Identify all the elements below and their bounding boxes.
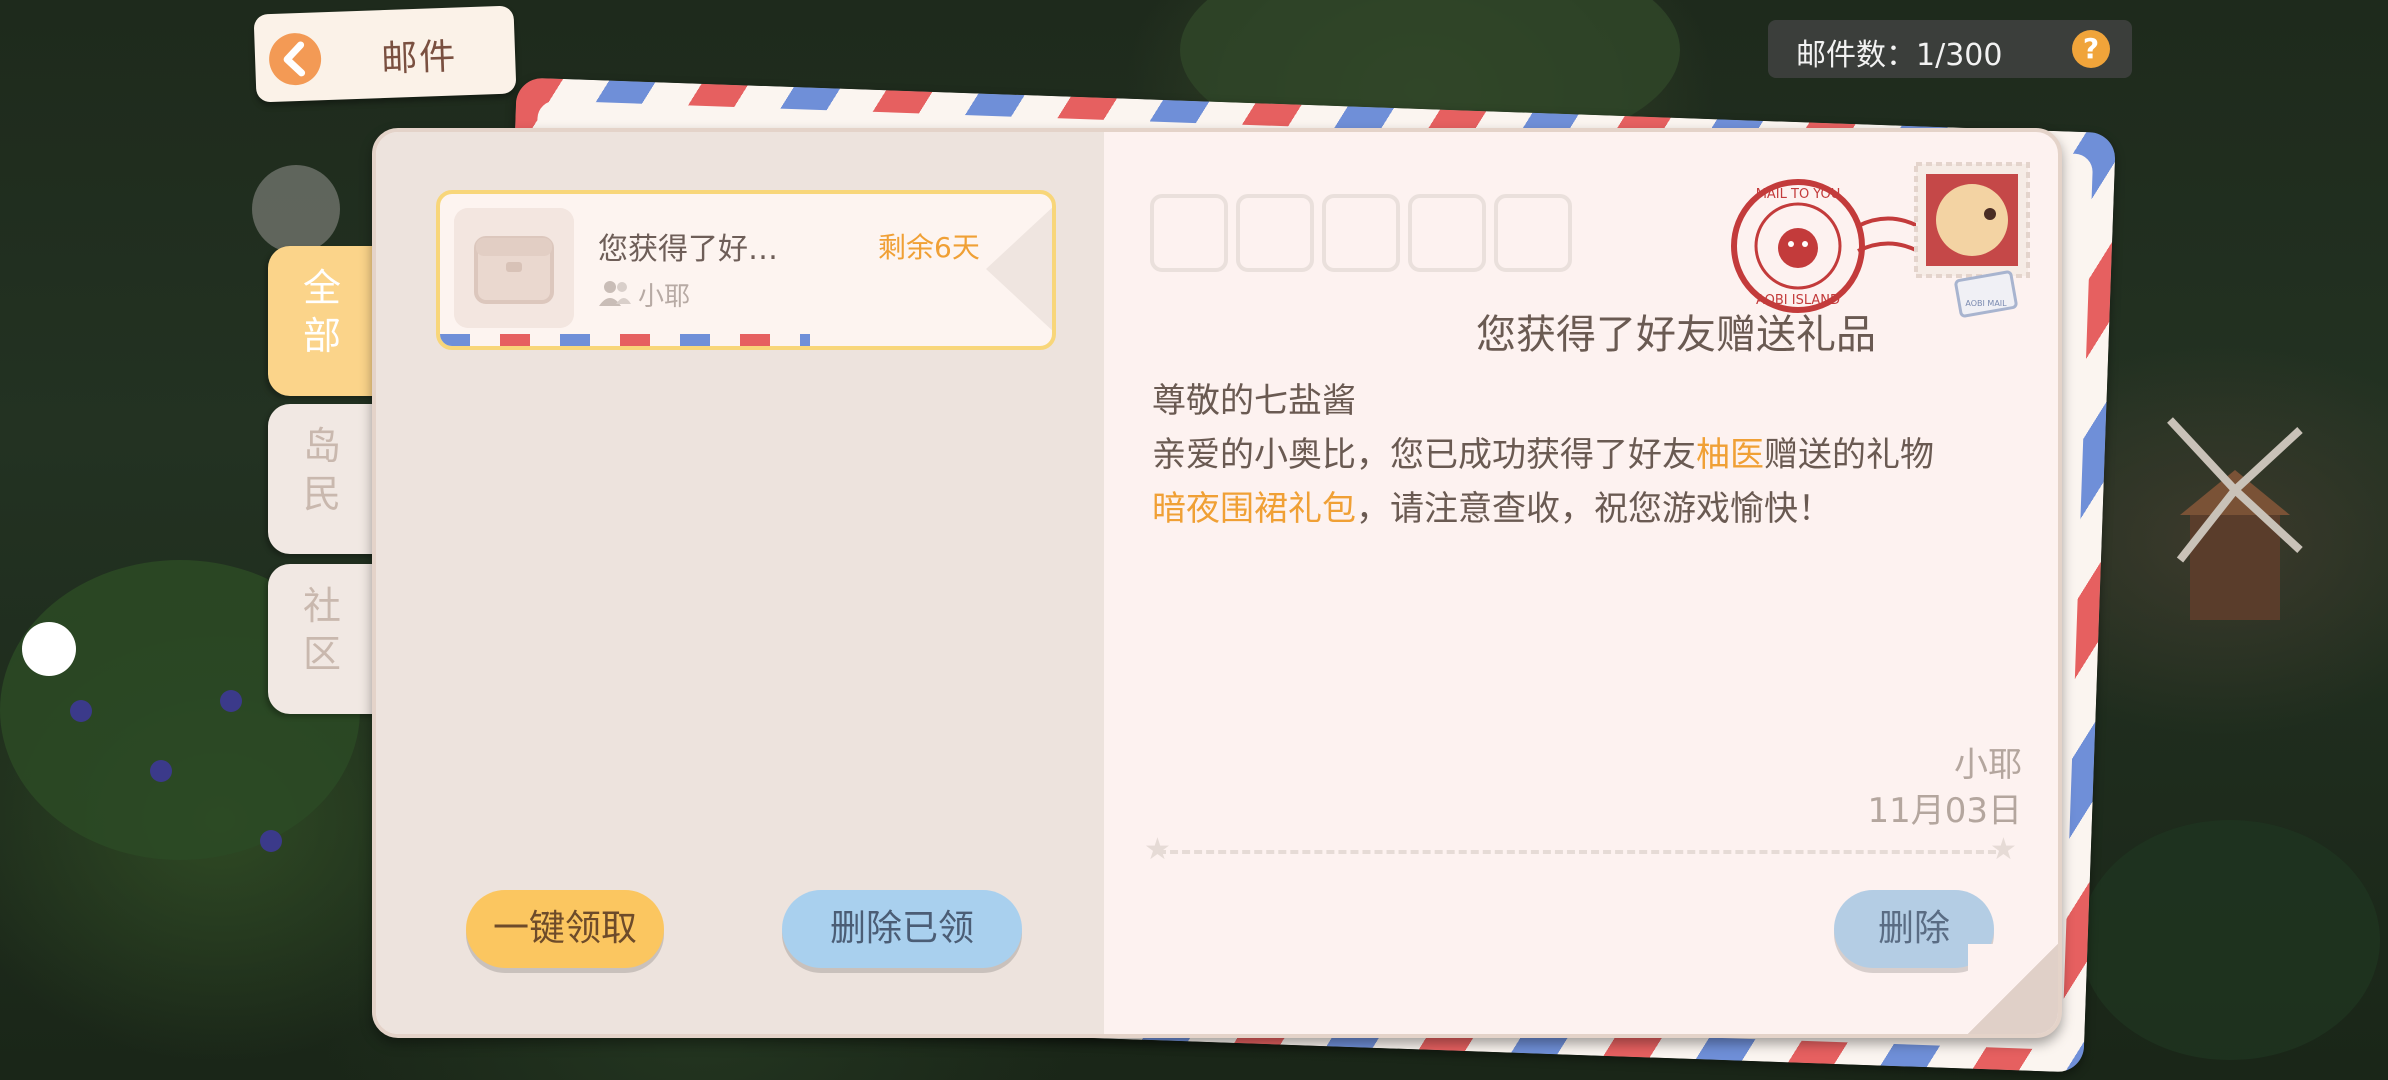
floating-assist-button[interactable] (22, 622, 76, 676)
letter-line-1-suffix: 赠送的礼物 (1764, 435, 1934, 475)
tab-community[interactable]: 社 区 (268, 564, 378, 714)
stamp-slot (1494, 194, 1572, 272)
tab-all-label: 全 部 (302, 266, 341, 358)
letter-body: 尊敬的七盐酱 亲爱的小奥比，您已成功获得了好友柚医赠送的礼物 暗夜围裙礼包，请注… (1152, 374, 2012, 536)
stamp-slot (1322, 194, 1400, 272)
gift-box-icon (454, 208, 574, 328)
background-berry (70, 700, 92, 722)
delete-read-button[interactable]: 删除已领 (782, 890, 1022, 968)
tab-islanders-label: 岛 民 (302, 424, 341, 516)
letter-line-2-suffix: ，请注意查收，祝您游戏愉快！ (1356, 489, 1832, 529)
background-tree (2080, 820, 2380, 1060)
postmark-top-text: MAIL TO YOU (1756, 187, 1841, 202)
star-icon: ★ (1990, 832, 2017, 867)
letter-title: 您获得了好友赠送礼品 (1476, 312, 1876, 358)
letter-greeting: 尊敬的七盐酱 (1152, 381, 1356, 421)
friends-icon (599, 281, 631, 306)
letter-line-1-prefix: 亲爱的小奥比，您已成功获得了好友 (1152, 435, 1696, 475)
mail-counter: 邮件数：1/300 ? (1768, 20, 2132, 78)
letter-line-2: 暗夜围裙礼包，请注意查收，祝您游戏愉快！ (1152, 482, 2012, 536)
help-icon[interactable]: ? (2072, 30, 2110, 68)
mail-panel: 您获得了好… 剩余6天 小耶 一键领取 删除已领 MAIL TO YOU AOB… (372, 128, 2062, 1038)
background-berry (220, 690, 242, 712)
star-icon: ★ (1144, 832, 1171, 867)
background-berry (150, 760, 172, 782)
background-berry (260, 830, 282, 852)
tab-community-label: 社 区 (302, 584, 341, 676)
mail-list-item[interactable]: 您获得了好… 剩余6天 小耶 (436, 190, 1056, 350)
letter-gift-name: 暗夜围裙礼包 (1152, 489, 1356, 529)
page-title: 邮件 (380, 36, 458, 81)
tab-decoration (252, 165, 340, 253)
mail-item-remaining: 剩余6天 (878, 231, 980, 264)
dashed-divider (1158, 850, 2008, 854)
airmail-stripe (440, 334, 810, 346)
back-arrow-icon (269, 33, 322, 86)
mail-item-sender: 小耶 (638, 282, 691, 312)
claim-all-button[interactable]: 一键领取 (466, 890, 664, 968)
letter-date: 11月03日 (1867, 791, 2022, 831)
letter-friend-name: 柚医 (1696, 435, 1764, 475)
stamp-slot (1408, 194, 1486, 272)
letter-signature-block: 小耶 11月03日 (1826, 742, 2022, 834)
mail-item-notch (986, 204, 1052, 334)
letter-signature: 小耶 (1954, 745, 2022, 785)
tab-all[interactable]: 全 部 (268, 246, 378, 396)
mail-item-title: 您获得了好… (598, 232, 778, 267)
letter-line-1: 亲爱的小奥比，您已成功获得了好友柚医赠送的礼物 (1152, 428, 2012, 482)
mail-list-pane: 您获得了好… 剩余6天 小耶 一键领取 删除已领 (376, 132, 1104, 1034)
tab-islanders[interactable]: 岛 民 (268, 404, 378, 554)
page-curl-corner (1968, 944, 2058, 1034)
stamp-slot (1236, 194, 1314, 272)
windmill-icon (2167, 417, 2303, 620)
stamp-slot (1150, 194, 1228, 272)
back-button[interactable]: 邮件 (253, 5, 517, 103)
mail-count-text: 邮件数：1/300 (1796, 38, 2003, 73)
